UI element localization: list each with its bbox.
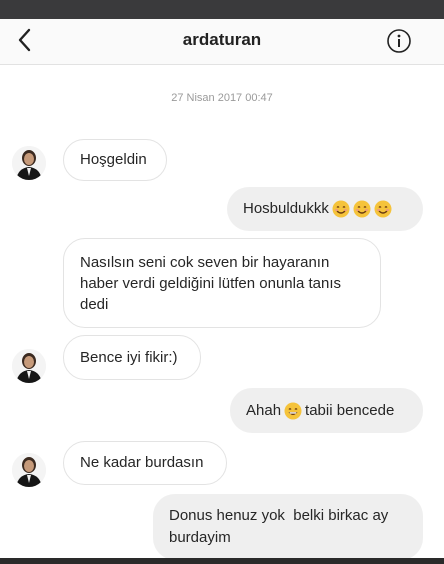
incoming-message-bubble[interactable]: Bence iyi fikir:) [63, 335, 201, 380]
date-stamp: 27 Nisan 2017 00:47 [171, 92, 273, 104]
message-text: Donus henuz yok belki birkac ay burdayim [169, 507, 393, 546]
message-text: Ne kadar burdasın [80, 454, 204, 471]
chat-header: ardaturan [0, 19, 444, 65]
avatar[interactable] [12, 453, 46, 487]
avatar[interactable] [12, 146, 46, 180]
smiling-face-emoji-icon [353, 200, 371, 218]
message-text: Hosbuldukkk [243, 200, 329, 217]
bottom-bar [0, 558, 444, 564]
avatar-photo-icon [12, 453, 46, 487]
smiling-face-emoji-icon [332, 200, 350, 218]
status-bar [0, 0, 444, 19]
message-text: tabii bencede [305, 401, 395, 419]
message-text: Hoşgeldin [80, 151, 147, 168]
avatar[interactable] [12, 349, 46, 383]
incoming-message-bubble[interactable]: Hoşgeldin [63, 139, 167, 181]
avatar-photo-icon [12, 146, 46, 180]
info-icon[interactable] [386, 28, 412, 54]
avatar-photo-icon [12, 349, 46, 383]
message-text: Bence iyi fikir:) [80, 348, 178, 366]
message-text: Nasılsın seni cok seven bir hayaranın ha… [80, 253, 342, 313]
outgoing-message-bubble[interactable]: Hosbuldukkk [227, 187, 423, 231]
page-title[interactable]: ardaturan [0, 30, 444, 50]
grinning-face-emoji-icon [284, 402, 302, 419]
message-text: Ahah [246, 401, 282, 419]
smiling-face-emoji-icon [374, 200, 392, 218]
incoming-message-bubble[interactable]: Nasılsın seni cok seven bir hayaranın ha… [63, 238, 381, 328]
incoming-message-bubble[interactable]: Ne kadar burdasın [63, 441, 227, 485]
outgoing-message-bubble[interactable]: Ahah tabii bencede [230, 388, 423, 433]
outgoing-message-bubble[interactable]: Donus henuz yok belki birkac ay burdayim [153, 494, 423, 560]
